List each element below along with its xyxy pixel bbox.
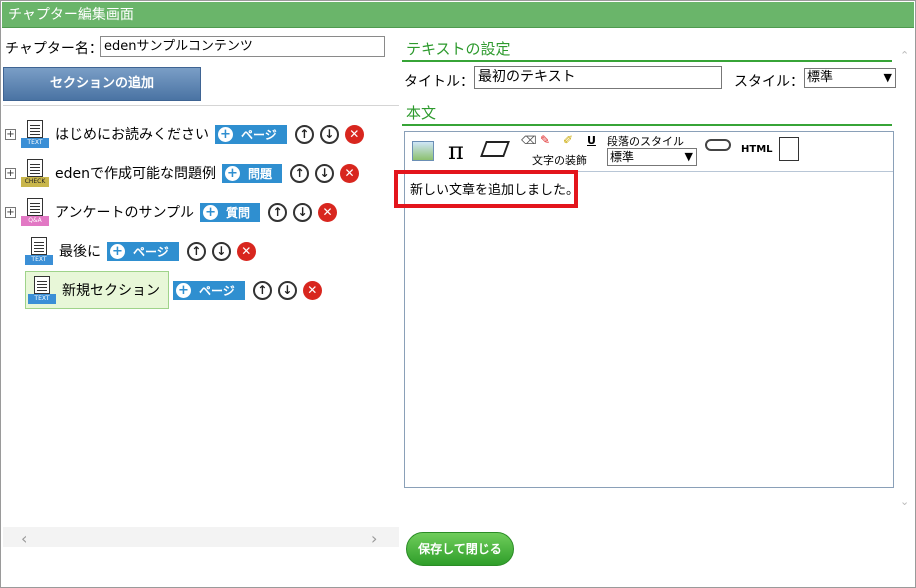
horizontal-scrollbar[interactable]: ‹ › bbox=[3, 527, 399, 548]
move-up-icon[interactable]: ↑ bbox=[294, 124, 314, 144]
left-panel: チャプター名： edenサンプルコンテンツ セクションの追加 + TEXT はじ… bbox=[3, 29, 399, 548]
text-document-icon: TEXT bbox=[25, 237, 53, 265]
editor-content-area[interactable]: 新しい文章を追加しました。 bbox=[405, 173, 893, 488]
node-label: 新規セクション bbox=[62, 283, 160, 299]
vertical-scrollbar[interactable]: ⌃ ⌄ bbox=[897, 29, 915, 523]
style-label: スタイル： bbox=[734, 74, 804, 90]
add-survey-question-button[interactable]: + 質問 bbox=[200, 202, 261, 222]
chapter-edit-window: チャプター編集画面 チャプター名： edenサンプルコンテンツ セクションの追加… bbox=[0, 0, 916, 588]
delete-icon[interactable]: ✕ bbox=[302, 280, 322, 300]
move-down-icon[interactable]: ↓ bbox=[277, 280, 297, 300]
divider bbox=[402, 60, 892, 62]
chapter-name-input[interactable]: edenサンプルコンテンツ bbox=[100, 36, 385, 57]
move-down-icon[interactable]: ↓ bbox=[211, 241, 231, 261]
chevron-down-icon: ▼ bbox=[684, 150, 693, 163]
text-settings-heading: テキストの設定 bbox=[406, 40, 511, 58]
image-icon[interactable] bbox=[412, 141, 434, 161]
add-page-button[interactable]: + ページ bbox=[173, 280, 245, 300]
style-select[interactable]: 標準 ▼ bbox=[804, 68, 896, 88]
text-document-icon: TEXT bbox=[28, 276, 56, 304]
add-page-button[interactable]: + ページ bbox=[215, 124, 287, 144]
scroll-up-icon[interactable]: ⌃ bbox=[900, 49, 909, 62]
eraser-icon[interactable]: ⌫ bbox=[521, 134, 537, 147]
scroll-right-icon[interactable]: › bbox=[371, 529, 377, 548]
pi-icon[interactable]: π bbox=[448, 137, 464, 165]
move-down-icon[interactable]: ↓ bbox=[315, 163, 335, 183]
tree-node[interactable]: + Q&A アンケートのサンプル + 質問 ↑ ↓ ✕ bbox=[5, 198, 338, 226]
delete-icon[interactable]: ✕ bbox=[318, 202, 338, 222]
window-title: チャプター編集画面 bbox=[2, 2, 914, 28]
expand-icon[interactable]: + bbox=[5, 206, 16, 218]
scroll-down-icon[interactable]: ⌄ bbox=[900, 495, 909, 508]
move-up-icon[interactable]: ↑ bbox=[268, 202, 288, 222]
scroll-left-icon[interactable]: ‹ bbox=[21, 529, 27, 548]
selected-section[interactable]: TEXT 新規セクション bbox=[25, 271, 169, 309]
move-up-icon[interactable]: ↑ bbox=[290, 163, 310, 183]
delete-icon[interactable]: ✕ bbox=[344, 124, 364, 144]
pen-icon[interactable]: ✎ bbox=[540, 133, 550, 147]
text-document-icon: TEXT bbox=[21, 120, 49, 148]
underline-icon[interactable]: U bbox=[587, 134, 596, 147]
add-question-button[interactable]: + 問題 bbox=[222, 163, 283, 183]
move-down-icon[interactable]: ↓ bbox=[293, 202, 313, 222]
right-panel: テキストの設定 タイトル： 最初のテキスト スタイル： 標準 ▼ 本文 π ⌫ ✎… bbox=[402, 32, 896, 524]
qa-document-icon: Q&A bbox=[21, 198, 49, 226]
plus-icon: + bbox=[110, 243, 125, 259]
tree-node-selected[interactable]: TEXT 新規セクション + ページ ↑ ↓ ✕ bbox=[25, 271, 322, 309]
tree-node[interactable]: TEXT 最後に + ページ ↑ ↓ ✕ bbox=[25, 237, 256, 265]
paragraph-style-label: 段落のスタイル bbox=[607, 135, 684, 148]
body-heading: 本文 bbox=[406, 104, 437, 122]
delete-icon[interactable]: ✕ bbox=[236, 241, 256, 261]
plus-icon: + bbox=[218, 126, 233, 142]
move-down-icon[interactable]: ↓ bbox=[319, 124, 339, 144]
node-label: はじめにお読みください bbox=[55, 127, 209, 143]
title-label: タイトル： bbox=[404, 74, 474, 90]
link-icon[interactable] bbox=[705, 139, 731, 151]
divider bbox=[402, 124, 892, 126]
tree-node[interactable]: + TEXT はじめにお読みください + ページ ↑ ↓ ✕ bbox=[5, 120, 364, 148]
highlight-box bbox=[394, 170, 578, 208]
check-document-icon: CHECK bbox=[21, 159, 49, 187]
decoration-label: 文字の装飾 bbox=[532, 154, 587, 167]
expand-icon[interactable]: + bbox=[5, 128, 16, 140]
section-tree: + TEXT はじめにお読みください + ページ ↑ ↓ ✕ + CHECK ed… bbox=[3, 105, 399, 505]
highlighter-icon[interactable]: ✐ bbox=[563, 133, 573, 147]
paragraph-style-select[interactable]: 標準 ▼ bbox=[607, 148, 697, 166]
plus-icon: + bbox=[203, 204, 219, 220]
chevron-down-icon: ▼ bbox=[883, 71, 892, 84]
title-input[interactable]: 最初のテキスト bbox=[474, 66, 722, 89]
node-label: 最後に bbox=[59, 244, 101, 260]
tree-node[interactable]: + CHECK edenで作成可能な問題例 + 問題 ↑ ↓ ✕ bbox=[5, 159, 360, 187]
move-up-icon[interactable]: ↑ bbox=[186, 241, 206, 261]
shape-icon[interactable] bbox=[480, 141, 510, 157]
node-label: アンケートのサンプル bbox=[55, 205, 195, 221]
add-section-button[interactable]: セクションの追加 bbox=[3, 67, 201, 101]
html-button[interactable]: HTML bbox=[741, 144, 773, 155]
node-label: edenで作成可能な問題例 bbox=[55, 166, 216, 182]
delete-icon[interactable]: ✕ bbox=[340, 163, 360, 183]
chapter-name-label: チャプター名： bbox=[5, 41, 103, 57]
preview-icon[interactable] bbox=[779, 137, 799, 161]
plus-icon: + bbox=[225, 165, 240, 181]
expand-icon[interactable]: + bbox=[5, 167, 16, 179]
add-page-button[interactable]: + ページ bbox=[107, 241, 179, 261]
editor-toolbar: π ⌫ ✎ ✐ U 文字の装飾 段落のスタイル 標準 ▼ HTML bbox=[405, 132, 893, 172]
plus-icon: + bbox=[176, 282, 191, 298]
save-and-close-button[interactable]: 保存して閉じる bbox=[406, 532, 514, 566]
move-up-icon[interactable]: ↑ bbox=[252, 280, 272, 300]
